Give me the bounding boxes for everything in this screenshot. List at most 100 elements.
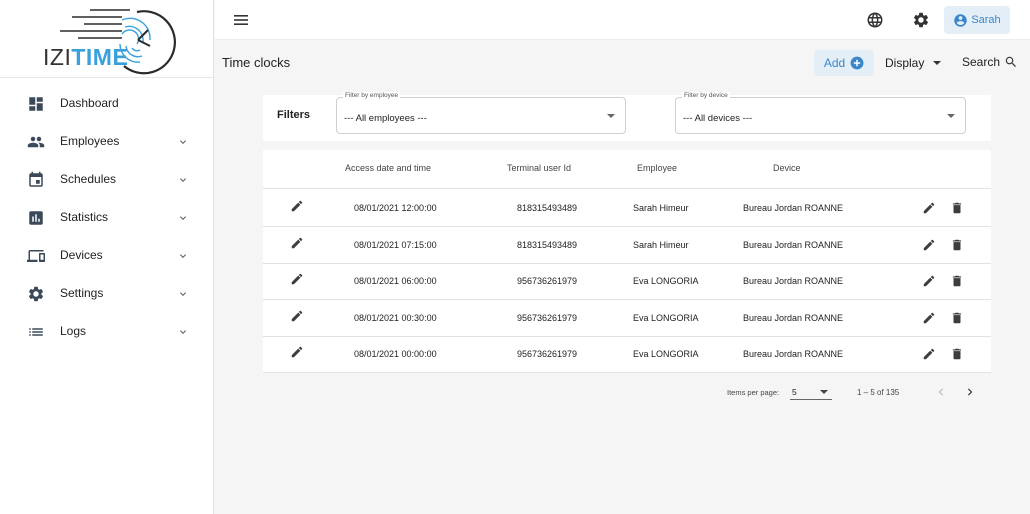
display-button-label: Display [885, 56, 925, 70]
device-filter-value: --- All devices --- [683, 113, 753, 124]
cell-terminal-id: 956736261979 [517, 312, 578, 323]
sidebar-item-settings[interactable]: Settings [0, 274, 213, 312]
people-icon [27, 136, 45, 148]
chevron-down-icon [180, 254, 186, 258]
caret-down-icon [933, 61, 942, 65]
chevron-down-icon [180, 292, 186, 296]
edit-pencil-icon[interactable] [922, 274, 936, 288]
sidebar: IZITIME Dashboard Employees Schedules St… [0, 0, 214, 514]
time-clocks-table: Access date and time Terminal user Id Em… [263, 150, 991, 373]
edit-pencil-icon[interactable] [922, 201, 936, 215]
sidebar-item-label: Settings [60, 286, 104, 300]
table-row: 08/01/2021 00:30:00 956736261979 Eva LONGO… [263, 300, 991, 337]
add-button-label: Add [823, 56, 846, 70]
logo: IZITIME [0, 0, 213, 78]
brand-name: IZITIME [43, 44, 128, 70]
cell-employee: Eva LONGORIA [633, 276, 699, 286]
device-filter-label: Filter by device [682, 92, 730, 99]
device-filter-select[interactable]: Filter by device --- All devices --- [675, 92, 966, 134]
delete-trash-icon[interactable] [950, 238, 964, 252]
edit-pencil-icon[interactable] [290, 272, 304, 286]
table-row: 08/01/2021 06:00:00 956736261979 Eva LONGO… [263, 263, 991, 300]
delete-trash-icon[interactable] [950, 311, 964, 325]
sidebar-item-logs[interactable]: Logs [0, 312, 213, 350]
chevron-down-icon [180, 216, 186, 220]
items-per-page-select[interactable]: 5 [790, 383, 832, 400]
delete-trash-icon[interactable] [950, 274, 964, 288]
cell-device: Bureau Jordan ROANNE [743, 276, 844, 286]
sidebar-item-dashboard[interactable]: Dashboard [0, 84, 213, 122]
list-icon [29, 328, 43, 336]
pagination-range: 1 – 5 of 135 [857, 388, 900, 397]
next-page-icon[interactable] [963, 385, 977, 399]
cell-datetime: 08/01/2021 06:00:00 [354, 276, 437, 286]
edit-pencil-icon[interactable] [290, 199, 304, 213]
cell-datetime: 08/01/2021 07:15:00 [354, 239, 437, 250]
cell-employee: Eva LONGORIA [633, 349, 699, 359]
previous-page-icon[interactable] [934, 385, 948, 399]
cell-employee: Sarah Himeur [633, 239, 689, 250]
add-button[interactable]: Add [814, 50, 874, 76]
cell-terminal-id: 818315493489 [517, 239, 578, 250]
column-header-device[interactable]: Device [773, 163, 801, 173]
display-button[interactable]: Display [885, 56, 942, 70]
items-per-page-label: Items per page: [727, 388, 780, 397]
cell-datetime: 08/01/2021 00:00:00 [354, 349, 437, 359]
column-header-datetime[interactable]: Access date and time [345, 163, 431, 173]
cell-terminal-id: 818315493489 [517, 203, 578, 213]
user-name: Sarah [971, 14, 1001, 26]
user-menu-button[interactable]: Sarah [944, 6, 1010, 34]
cell-device: Bureau Jordan ROANNE [743, 349, 844, 359]
dashboard-icon [29, 97, 43, 111]
cell-device: Bureau Jordan ROANNE [743, 203, 844, 213]
items-per-page-value: 5 [792, 387, 797, 397]
edit-pencil-icon[interactable] [922, 347, 936, 361]
add-circle-icon [850, 56, 864, 70]
brand-name-part2: TIME [71, 44, 129, 70]
sidebar-item-label: Dashboard [60, 96, 119, 110]
column-header-terminal-id[interactable]: Terminal user Id [507, 163, 571, 173]
sidebar-nav: Dashboard Employees Schedules Statistics… [0, 78, 213, 350]
delete-trash-icon[interactable] [950, 201, 964, 215]
globe-icon[interactable] [866, 11, 884, 29]
sidebar-item-label: Statistics [60, 210, 109, 224]
cell-device: Bureau Jordan ROANNE [743, 312, 844, 323]
column-header-employee[interactable]: Employee [637, 163, 677, 173]
gear-icon[interactable] [912, 11, 930, 29]
filters-label: Filters [277, 109, 311, 121]
sidebar-item-devices[interactable]: Devices [0, 236, 213, 274]
edit-pencil-icon[interactable] [922, 311, 936, 325]
employee-filter-value: --- All employees --- [344, 113, 427, 124]
sidebar-item-statistics[interactable]: Statistics [0, 198, 213, 236]
edit-pencil-icon[interactable] [922, 238, 936, 252]
sidebar-item-employees[interactable]: Employees [0, 122, 213, 160]
edit-pencil-icon[interactable] [290, 309, 304, 323]
chevron-down-icon [180, 140, 186, 144]
dropdown-arrow-icon [607, 114, 615, 118]
sidebar-item-label: Logs [60, 324, 87, 338]
chevron-down-icon [180, 330, 186, 334]
sidebar-item-label: Devices [60, 248, 103, 262]
edit-pencil-icon[interactable] [290, 345, 304, 359]
top-bar: Sarah [215, 0, 1030, 40]
page-title: Time clocks [222, 55, 291, 70]
cell-employee: Eva LONGORIA [633, 312, 699, 323]
bar-chart-icon [29, 211, 43, 225]
edit-pencil-icon[interactable] [290, 236, 304, 250]
calendar-icon [29, 171, 43, 187]
brand-name-part1: IZI [43, 44, 72, 70]
cell-terminal-id: 956736261979 [517, 276, 578, 286]
search-button[interactable]: Search [962, 55, 1018, 69]
table-row: 08/01/2021 00:00:00 956736261979 Eva LONGO… [263, 336, 991, 373]
cell-datetime: 08/01/2021 12:00:00 [354, 203, 437, 213]
menu-icon[interactable] [233, 13, 249, 27]
gear-icon [28, 286, 44, 302]
employee-filter-select[interactable]: Filter by employee --- All employees --- [336, 92, 626, 134]
cell-terminal-id: 956736261979 [517, 349, 578, 359]
sidebar-item-schedules[interactable]: Schedules [0, 160, 213, 198]
delete-trash-icon[interactable] [950, 347, 964, 361]
table-header: Access date and time Terminal user Id Em… [263, 150, 991, 189]
dropdown-arrow-icon [947, 114, 955, 118]
filters-panel: Filters Filter by employee --- All emplo… [263, 92, 991, 141]
cell-employee: Sarah Himeur [633, 203, 689, 213]
